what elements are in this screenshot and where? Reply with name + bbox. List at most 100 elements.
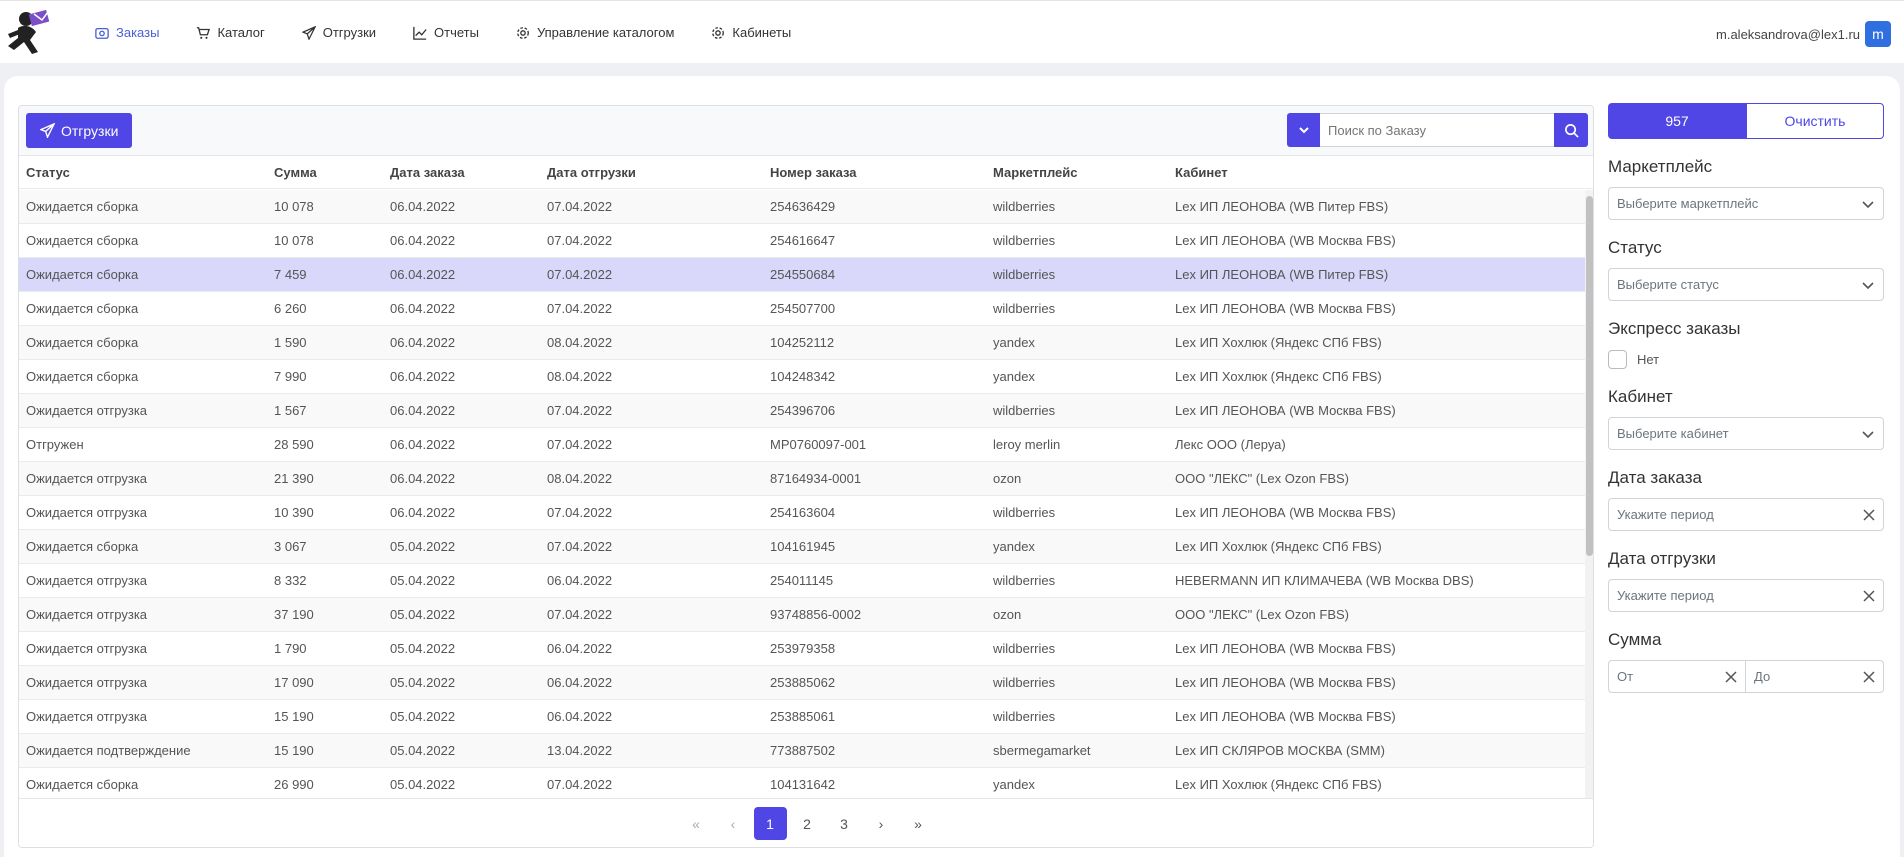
marketplace-select[interactable]: Выберите маркетплейс [1608, 187, 1884, 220]
main-nav: Заказы Каталог Отгрузки Отчеты Управлени… [95, 1, 828, 64]
cell-order-number: 254636429 [770, 199, 836, 214]
shipments-button[interactable]: Отгрузки [26, 113, 133, 148]
nav-catalog-management[interactable]: Управление каталогом [516, 1, 674, 64]
nav-catalog[interactable]: Каталог [196, 1, 265, 64]
table-row[interactable]: Ожидается сборка 1 590 06.04.2022 08.04.202… [19, 326, 1585, 360]
close-icon[interactable] [1863, 508, 1875, 521]
cell-ship-date: 07.04.2022 [547, 777, 613, 792]
cabinet-select[interactable]: Выберите кабинет [1608, 417, 1884, 450]
cell-cabinet: Lex ИП Хохлюк (Яндекс СПб FBS) [1175, 369, 1382, 384]
send-icon [301, 25, 316, 40]
first-page-button[interactable]: « [680, 807, 713, 840]
clear-filters-button[interactable]: Очистить [1746, 103, 1884, 139]
search-button[interactable] [1554, 113, 1588, 147]
header-sum[interactable]: Сумма [267, 165, 383, 180]
table-header: Статус Сумма Дата заказа Дата отгрузки Н… [19, 156, 1593, 189]
close-icon[interactable] [1725, 670, 1737, 683]
cell-marketplace: wildberries [993, 199, 1056, 214]
cell-sum: 26 990 [274, 777, 314, 792]
table-row[interactable]: Отгружен 28 590 06.04.2022 07.04.2022 MP0760… [19, 428, 1585, 462]
order-date-input[interactable]: Укажите период [1608, 498, 1884, 531]
cell-status: Отгружен [26, 437, 84, 452]
results-count-button[interactable]: 957 [1608, 103, 1746, 139]
header-ship-date[interactable]: Дата отгрузки [540, 165, 763, 180]
table-row[interactable]: Ожидается отгрузка 8 332 05.04.2022 06.04.2… [19, 564, 1585, 598]
express-checkbox[interactable] [1608, 349, 1627, 369]
table-row[interactable]: Ожидается отгрузка 21 390 06.04.2022 08.04.… [19, 462, 1585, 496]
cell-sum: 15 190 [274, 709, 314, 724]
table-row[interactable]: Ожидается отгрузка 15 190 05.04.2022 06.04.… [19, 700, 1585, 734]
cell-order-number: 104252112 [770, 335, 835, 350]
order-date-placeholder: Укажите период [1617, 507, 1714, 522]
ship-date-input[interactable]: Укажите период [1608, 579, 1884, 612]
nav-catalog-label: Каталог [217, 25, 265, 40]
nav-cabinets[interactable]: Кабинеты [711, 1, 791, 64]
cell-ship-date: 13.04.2022 [547, 743, 613, 758]
search-mode-dropdown[interactable] [1287, 113, 1320, 147]
table-row[interactable]: Ожидается отгрузка 37 190 05.04.2022 07.04.… [19, 598, 1585, 632]
cell-ship-date: 07.04.2022 [547, 199, 613, 214]
table-row[interactable]: Ожидается сборка 3 067 05.04.2022 07.04.202… [19, 530, 1585, 564]
table-row[interactable]: Ожидается сборка 7 459 06.04.2022 07.04.202… [19, 258, 1585, 292]
table-row[interactable]: Ожидается отгрузка 1 567 06.04.2022 07.04.2… [19, 394, 1585, 428]
cell-order-date: 06.04.2022 [390, 369, 456, 384]
nav-reports[interactable]: Отчеты [413, 1, 479, 64]
filter-buttons: 957 Очистить [1608, 103, 1884, 139]
table-scrollbar[interactable] [1585, 190, 1593, 798]
search-input[interactable] [1320, 113, 1554, 147]
table-row[interactable]: Ожидается отгрузка 1 790 05.04.2022 06.04.2… [19, 632, 1585, 666]
cell-cabinet: Лекс ООО (Леруа) [1175, 437, 1286, 452]
close-icon[interactable] [1863, 670, 1875, 683]
cell-order-date: 06.04.2022 [390, 233, 456, 248]
cell-sum: 1 790 [274, 641, 307, 656]
prev-page-button[interactable]: ‹ [717, 807, 750, 840]
scrollbar-thumb[interactable] [1586, 196, 1593, 556]
table-row[interactable]: Ожидается отгрузка 17 090 05.04.2022 06.04.… [19, 666, 1585, 700]
header-order-number[interactable]: Номер заказа [763, 165, 986, 180]
page-1-button[interactable]: 1 [753, 807, 787, 840]
nav-orders[interactable]: Заказы [95, 1, 159, 64]
logo-icon[interactable] [4, 10, 52, 56]
cell-sum: 1 590 [274, 335, 307, 350]
cell-sum: 6 260 [274, 301, 307, 316]
gear-icon [712, 26, 725, 39]
cell-order-date: 05.04.2022 [390, 607, 456, 622]
table-row[interactable]: Ожидается сборка 7 990 06.04.2022 08.04.202… [19, 360, 1585, 394]
last-page-button[interactable]: » [902, 807, 935, 840]
nav-shipments[interactable]: Отгрузки [301, 1, 376, 64]
chevron-down-icon [1862, 281, 1874, 289]
cell-order-date: 05.04.2022 [390, 743, 456, 758]
table-row[interactable]: Ожидается сборка 6 260 06.04.2022 07.04.202… [19, 292, 1585, 326]
table-row[interactable]: Ожидается отгрузка 10 390 06.04.2022 07.04.… [19, 496, 1585, 530]
page-2-button[interactable]: 2 [791, 807, 824, 840]
close-icon[interactable] [1863, 589, 1875, 602]
marketplace-placeholder: Выберите маркетплейс [1617, 196, 1759, 211]
table-row[interactable]: Ожидается сборка 26 990 05.04.2022 07.04.20… [19, 768, 1585, 798]
table-row[interactable]: Ожидается сборка 10 078 06.04.2022 07.04.20… [19, 190, 1585, 224]
cell-status: Ожидается отгрузка [26, 403, 148, 418]
header-order-date[interactable]: Дата заказа [383, 165, 540, 180]
avatar[interactable]: m [1865, 21, 1891, 47]
cell-marketplace: yandex [993, 335, 1035, 350]
top-navbar: Заказы Каталог Отгрузки Отчеты Управлени… [0, 0, 1904, 63]
sum-from-input[interactable]: От [1608, 660, 1746, 693]
user-menu[interactable]: m.aleksandrova@lex1.ru m [1716, 21, 1891, 47]
header-marketplace[interactable]: Маркетплейс [986, 165, 1168, 180]
status-select[interactable]: Выберите статус [1608, 268, 1884, 301]
next-page-button[interactable]: › [865, 807, 898, 840]
express-checkbox-row[interactable]: Нет [1608, 349, 1884, 369]
page-3-button[interactable]: 3 [828, 807, 861, 840]
cell-sum: 10 390 [274, 505, 314, 520]
header-cabinet[interactable]: Кабинет [1168, 165, 1593, 180]
sum-to-input[interactable]: До [1746, 660, 1884, 693]
cell-status: Ожидается отгрузка [26, 505, 148, 520]
table-row[interactable]: Ожидается сборка 10 078 06.04.2022 07.04.20… [19, 224, 1585, 258]
cell-order-number: 254396706 [770, 403, 836, 418]
header-status[interactable]: Статус [19, 165, 267, 180]
cell-order-date: 06.04.2022 [390, 471, 456, 486]
cell-order-number: 104161945 [770, 539, 836, 554]
cell-sum: 10 078 [274, 233, 314, 248]
cell-sum: 37 190 [274, 607, 314, 622]
cell-order-date: 06.04.2022 [390, 199, 456, 214]
table-row[interactable]: Ожидается подтверждение 15 190 05.04.2022 1… [19, 734, 1585, 768]
